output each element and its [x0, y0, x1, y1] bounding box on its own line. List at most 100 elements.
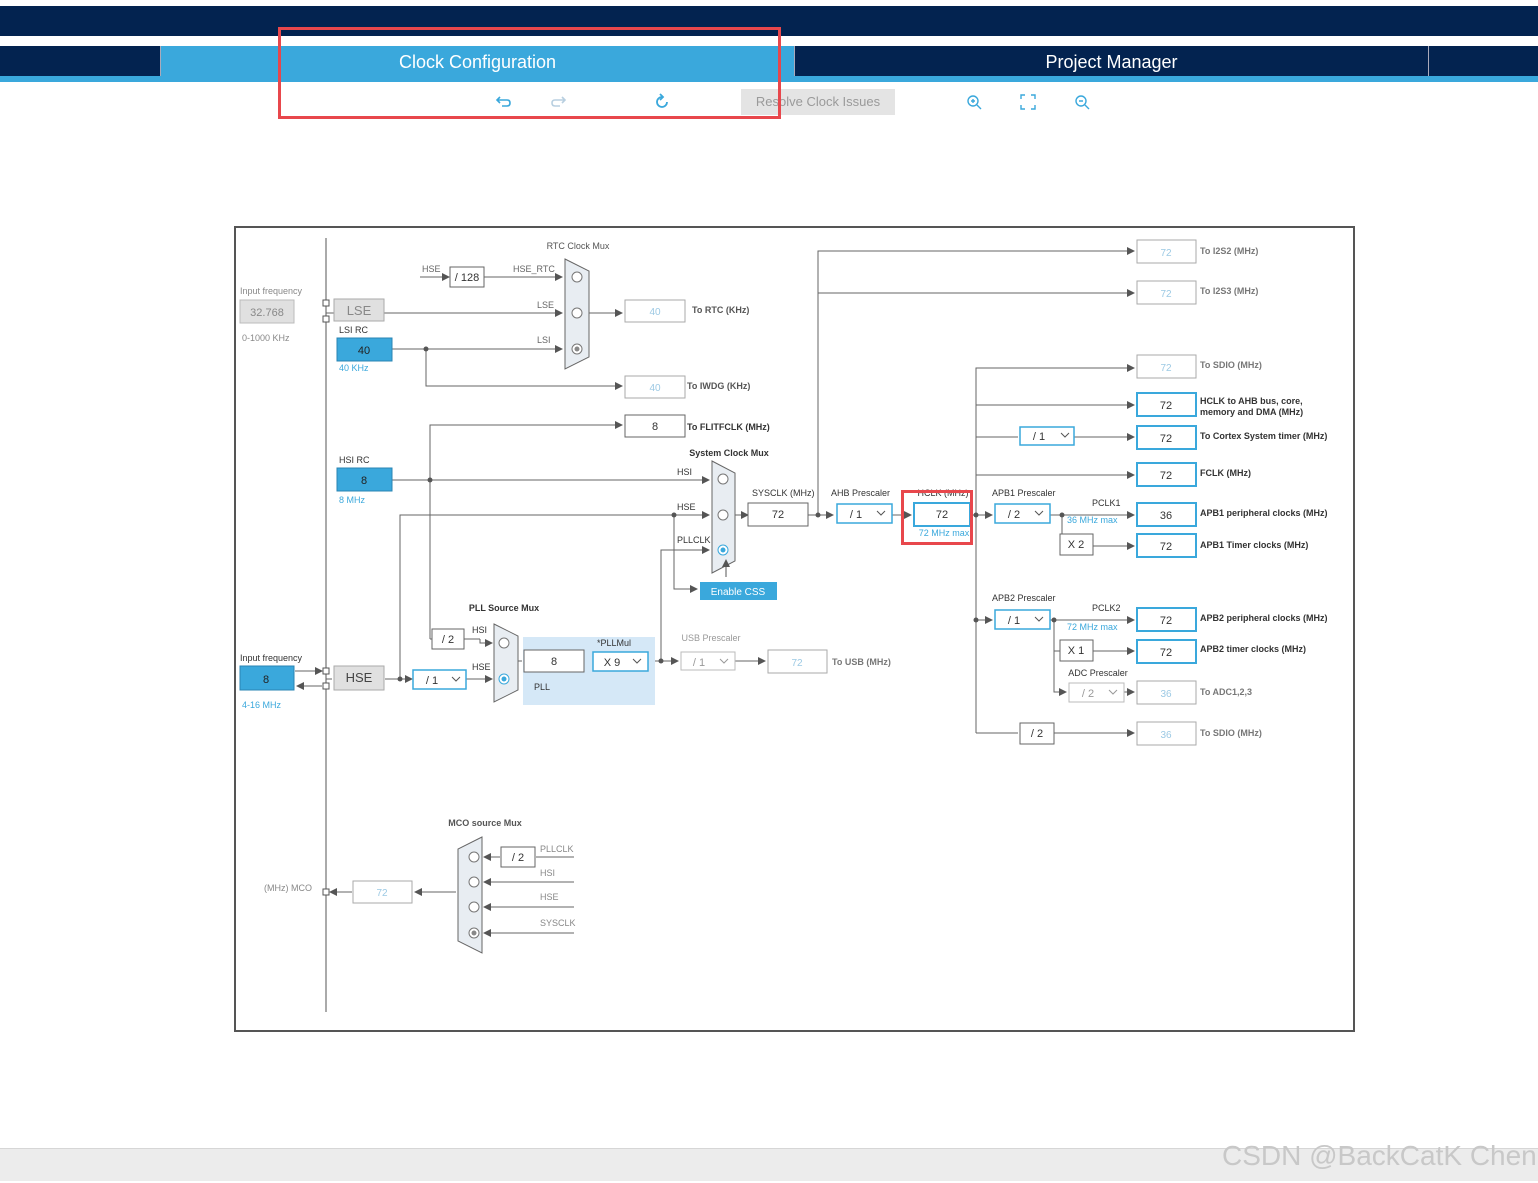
i2s3-output-label: To I2S3 (MHz)	[1200, 286, 1258, 296]
pll-input-value: 8	[551, 656, 557, 668]
lsi-rc-value: 40	[358, 345, 370, 357]
hse-divider-value: / 1	[426, 675, 438, 687]
apb2-prescaler-select[interactable]	[994, 609, 1051, 630]
pll-hsi-div2-value: / 2	[442, 634, 454, 646]
apb2-timer-output-label: APB2 timer clocks (MHz)	[1200, 644, 1306, 654]
sys-mux-hse-label: HSE	[677, 502, 696, 512]
lse-frequency-value: 32.768	[250, 307, 284, 319]
apb2-timer-multiplier-value: X 1	[1068, 645, 1085, 657]
sdio2-output-value: 36	[1160, 730, 1172, 741]
mco-radio-pllclk[interactable]	[468, 851, 480, 863]
apb2-timer-output-value: 72	[1160, 647, 1172, 659]
pll-src-radio-hsi[interactable]	[498, 637, 510, 649]
cortex-timer-output-label: To Cortex System timer (MHz)	[1200, 431, 1327, 441]
mco-sysclk-label: SYSCLK	[540, 918, 576, 928]
lsi-line-label: LSI	[537, 335, 551, 345]
mco-hsi-label: HSI	[540, 868, 555, 878]
pllmul-label: *PLLMul	[597, 638, 631, 648]
rtc-output-value: 40	[649, 307, 661, 318]
hse-range-label: 4-16 MHz	[242, 700, 282, 710]
pll-source-mux	[493, 623, 519, 703]
ahb-prescaler-select[interactable]	[836, 503, 893, 524]
rtc-hse-label: HSE	[422, 264, 441, 274]
ahb-prescaler-label: AHB Prescaler	[831, 488, 890, 498]
sys-mux-radio-dot	[720, 547, 726, 553]
pllmul-select[interactable]	[592, 651, 649, 672]
hse-frequency-value: 8	[263, 674, 269, 686]
clock-tree-diagram: RTC Clock Mux HSE / 128 HSE_RTC LSE LSI …	[234, 226, 1355, 1032]
hsi-rc-value: 8	[361, 475, 367, 487]
cortex-timer-output-value: 72	[1160, 433, 1172, 445]
usb-prescaler-select[interactable]	[680, 651, 736, 671]
hsi-rc-frequency: 8 MHz	[339, 495, 366, 505]
watermark: CSDN @BackCatK Chen	[1222, 1140, 1537, 1171]
adc-output-label: To ADC1,2,3	[1200, 687, 1252, 697]
mco-radio-hse[interactable]	[468, 901, 480, 913]
iwdg-output-value: 40	[649, 383, 661, 394]
pclk1-label: PCLK1	[1092, 498, 1121, 508]
pll-src-hsi-label: HSI	[472, 625, 487, 635]
rtc-output-label: To RTC (KHz)	[692, 305, 749, 315]
flitfclk-output-label: To FLITFCLK (MHz)	[687, 422, 770, 432]
lse-line-label: LSE	[537, 300, 554, 310]
system-clock-mux-title: System Clock Mux	[689, 448, 769, 458]
rtc-mux-radio-dot	[574, 346, 580, 352]
sdio2-divider-value: / 2	[1031, 728, 1043, 740]
apb2-peripheral-output-value: 72	[1160, 615, 1172, 627]
cortex-divider-value: / 1	[1033, 431, 1045, 443]
apb1-peripheral-output-value: 36	[1160, 510, 1172, 522]
sys-mux-hsi-label: HSI	[677, 467, 692, 477]
mco-pllclk-label: PLLCLK	[540, 844, 574, 854]
lse-range-label: 0-1000 KHz	[242, 333, 290, 343]
hclk-ahb-output-label-2: memory and DMA (MHz)	[1200, 407, 1303, 417]
adc-prescaler-value: / 2	[1082, 688, 1094, 700]
flitfclk-output-value: 8	[652, 421, 658, 433]
adc-prescaler-select[interactable]	[1068, 682, 1125, 703]
fclk-output-value: 72	[1160, 470, 1172, 482]
ahb-prescaler-value: / 1	[850, 509, 862, 521]
sys-mux-radio-hse[interactable]	[717, 509, 729, 521]
hse-source-label: HSE	[346, 670, 373, 685]
pll-src-hse-label: HSE	[472, 662, 491, 672]
iwdg-output-label: To IWDG (KHz)	[687, 381, 750, 391]
hse-div128-value: / 128	[455, 272, 479, 284]
hclk-ahb-output-label-1: HCLK to AHB bus, core,	[1200, 396, 1303, 406]
rtc-mux-radio-hse[interactable]	[571, 271, 583, 283]
hsi-rc-label: HSI RC	[339, 455, 370, 465]
pclk2-label: PCLK2	[1092, 603, 1121, 613]
hse-rtc-label: HSE_RTC	[513, 264, 555, 274]
apb1-prescaler-label: APB1 Prescaler	[992, 488, 1056, 498]
mco-output-value: 72	[376, 888, 388, 899]
lse-input-frequency-label: Input frequency	[240, 286, 303, 296]
apb2-prescaler-label: APB2 Prescaler	[992, 593, 1056, 603]
apb2-prescaler-value: / 1	[1008, 615, 1020, 627]
sdio-output-label: To SDIO (MHz)	[1200, 360, 1262, 370]
adc-prescaler-label: ADC Prescaler	[1068, 668, 1128, 678]
usb-output-value: 72	[791, 658, 803, 669]
apb1-prescaler-value: / 2	[1008, 509, 1020, 521]
pllmul-value: X 9	[604, 657, 621, 669]
mco-hse-label: HSE	[540, 892, 559, 902]
mco-radio-hsi[interactable]	[468, 876, 480, 888]
pclk2-max-label: 72 MHz max	[1067, 622, 1118, 632]
apb1-timer-output-label: APB1 Timer clocks (MHz)	[1200, 540, 1308, 550]
i2s3-output-value: 72	[1160, 289, 1172, 300]
hse-input-frequency-label: Input frequency	[240, 653, 303, 663]
sdio-output-value: 72	[1160, 363, 1172, 374]
mco-div2-value: / 2	[512, 852, 524, 864]
hclk-ahb-output-value: 72	[1160, 400, 1172, 412]
sysclk-value: 72	[772, 509, 784, 521]
usb-prescaler-value: / 1	[693, 657, 705, 669]
rtc-mux-radio-lse[interactable]	[571, 307, 583, 319]
mco-output-label: (MHz) MCO	[264, 883, 312, 893]
enable-css-label: Enable CSS	[711, 587, 766, 598]
pll-source-mux-title: PLL Source Mux	[469, 603, 539, 613]
apb1-peripheral-output-label: APB1 peripheral clocks (MHz)	[1200, 508, 1328, 518]
sys-mux-pllclk-label: PLLCLK	[677, 535, 711, 545]
sys-mux-radio-hsi[interactable]	[717, 473, 729, 485]
pclk1-max-label: 36 MHz max	[1067, 515, 1118, 525]
lsi-rc-frequency: 40 KHz	[339, 363, 369, 373]
apb1-prescaler-select[interactable]	[994, 503, 1051, 524]
adc-output-value: 36	[1160, 689, 1172, 700]
apb1-timer-output-value: 72	[1160, 541, 1172, 553]
